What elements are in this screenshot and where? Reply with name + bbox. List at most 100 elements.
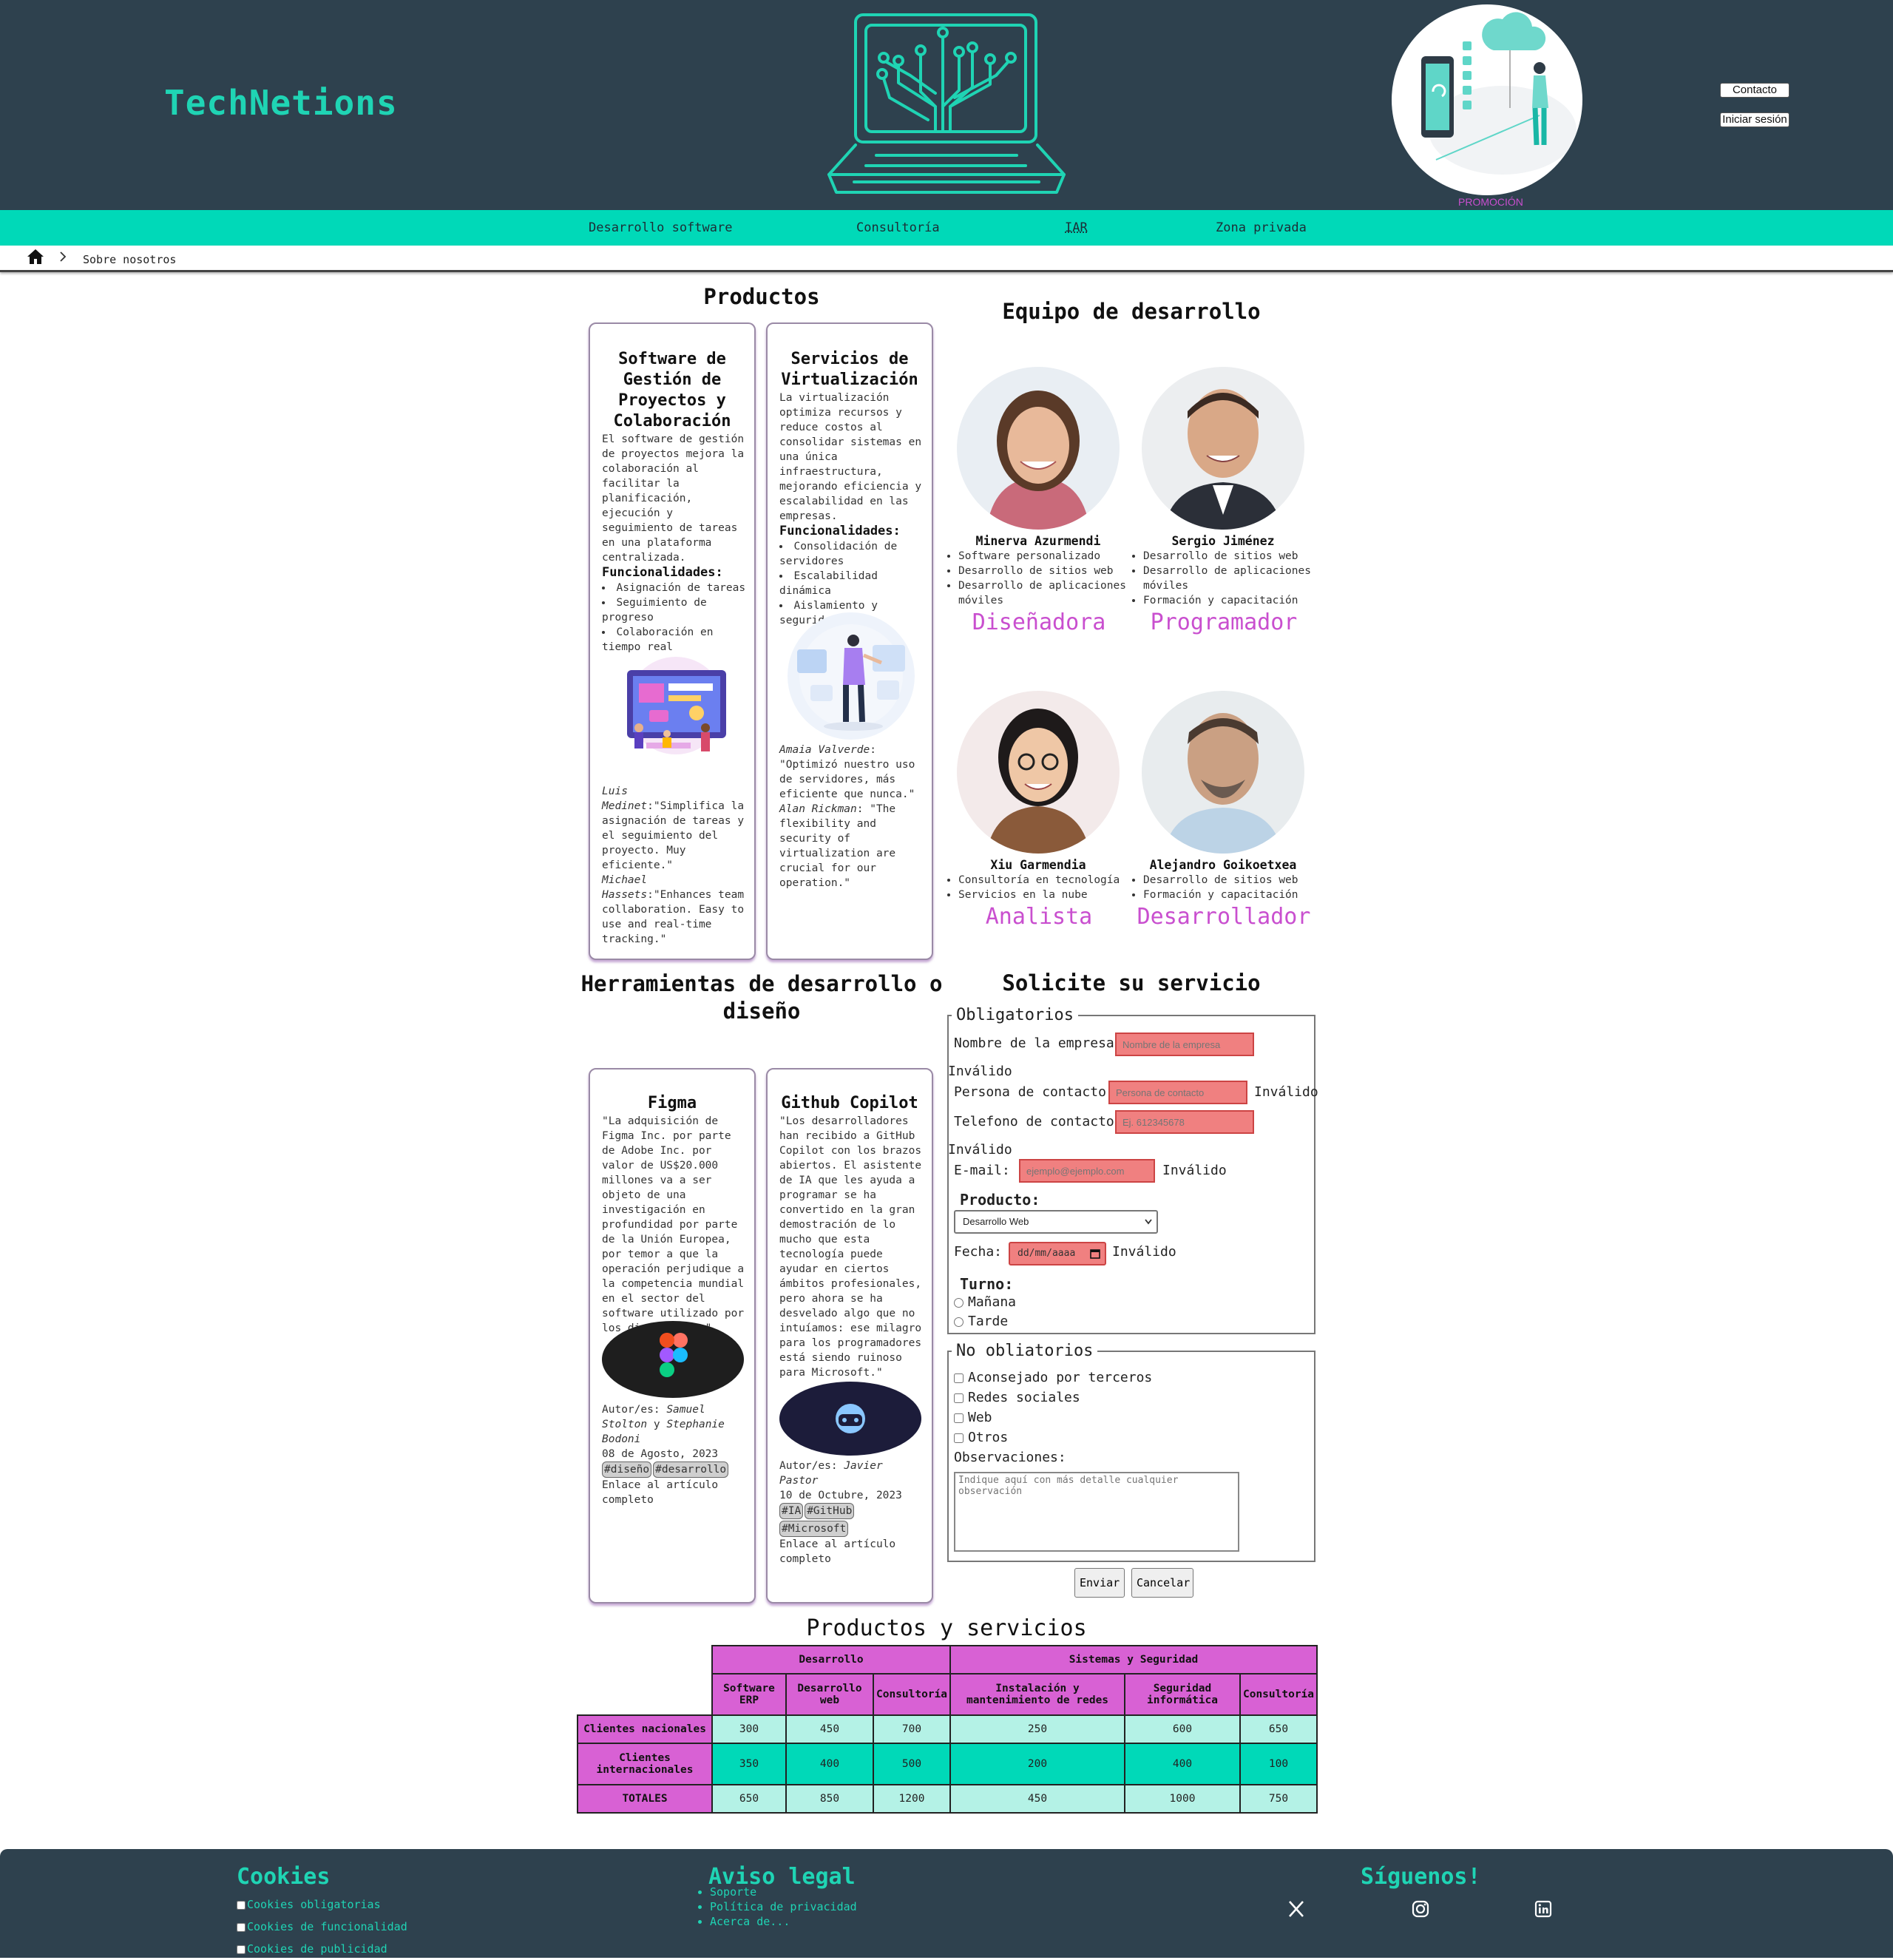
authors-label: Autor/es: — [779, 1460, 838, 1472]
github-copilot-logo — [779, 1382, 921, 1456]
article-date: 08 de Agosto, 2023 — [602, 1448, 719, 1460]
submit-button[interactable]: Enviar — [1074, 1568, 1125, 1598]
table-row: TOTALES 650 850 1200 450 1000 750 — [577, 1784, 1318, 1814]
cookie-option[interactable]: Cookies de funcionalidad — [237, 1920, 407, 1933]
optional-check[interactable]: Web — [954, 1410, 992, 1425]
brand-logo-text[interactable]: TechNetions — [164, 83, 398, 123]
row-header: Clientes internacionales — [577, 1743, 713, 1785]
legal-link[interactable]: Soporte — [710, 1885, 857, 1899]
cookie-option[interactable]: Cookies de publicidad — [237, 1942, 387, 1956]
column-header: Desarrollo web — [785, 1673, 874, 1716]
cancel-button[interactable]: Cancelar — [1131, 1568, 1193, 1598]
instagram-icon[interactable] — [1411, 1899, 1430, 1919]
main-nav: Desarrollo software Consultoría IAR Zona… — [0, 210, 1893, 246]
table-cell: 650 — [711, 1784, 787, 1814]
checkbox[interactable] — [954, 1373, 964, 1383]
table-corner — [578, 1674, 712, 1715]
invalid-message: Inválido — [948, 1142, 1012, 1158]
promotion-image[interactable] — [1392, 4, 1582, 195]
checkbox[interactable] — [954, 1393, 964, 1403]
product-description: El software de gestión de proyectos mejo… — [602, 433, 745, 564]
invalid-message: Inválido — [1112, 1244, 1176, 1260]
nav-item-iar[interactable]: IAR — [1065, 220, 1088, 235]
legal-link[interactable]: Acerca de... — [710, 1914, 857, 1929]
member-role: Diseñadora — [972, 609, 1106, 635]
linkedin-icon[interactable] — [1534, 1899, 1553, 1919]
product-card-body: La virtualización optimiza recursos y re… — [779, 391, 924, 628]
article-meta: Autor/es: Samuel Stolton y Stephanie Bod… — [602, 1402, 747, 1507]
cookie-checkbox[interactable] — [237, 1900, 245, 1910]
column-header: Seguridad informática — [1124, 1673, 1241, 1716]
shift-option[interactable]: Tarde — [954, 1314, 1008, 1329]
table-cell: 1200 — [873, 1784, 951, 1814]
phone-input[interactable] — [1115, 1110, 1254, 1134]
article-link[interactable]: Enlace al artículo completo — [779, 1538, 895, 1565]
tag-badge[interactable]: #IA — [779, 1503, 804, 1519]
product-card: Servicios de Virtualización La virtualiz… — [766, 322, 933, 960]
tag-badge[interactable]: #diseño — [602, 1461, 652, 1478]
table-cell: 500 — [873, 1743, 951, 1785]
shift-radio[interactable] — [954, 1297, 964, 1308]
cookie-option[interactable]: Cookies obligatorias — [237, 1898, 381, 1911]
feature-item: Seguimiento de progreso — [602, 595, 747, 625]
calendar-icon[interactable] — [1090, 1248, 1100, 1259]
optional-check[interactable]: Redes sociales — [954, 1390, 1080, 1405]
cookie-checkbox[interactable] — [237, 1922, 245, 1932]
nav-item-zona-privada[interactable]: Zona privada — [1216, 220, 1307, 235]
product-select[interactable]: Desarrollo Web — [954, 1210, 1158, 1234]
table-cell: 600 — [1124, 1714, 1241, 1744]
tag-badge[interactable]: #desarrollo — [653, 1461, 729, 1478]
home-icon[interactable] — [27, 249, 44, 265]
form-title: Solicite su servicio — [1002, 970, 1261, 996]
checkbox[interactable] — [954, 1433, 964, 1443]
table-cell: 750 — [1239, 1784, 1318, 1814]
company-input[interactable] — [1115, 1033, 1254, 1056]
skill-item: Desarrollo de sitios web — [958, 564, 1128, 578]
observations-textarea[interactable] — [954, 1472, 1239, 1552]
table-row: Clientes internacionales 350 400 500 200… — [577, 1743, 1318, 1785]
login-button[interactable]: Iniciar sesión — [1720, 112, 1789, 127]
table-corner — [578, 1646, 712, 1674]
virtualization-illustration — [788, 612, 915, 740]
legal-link[interactable]: Política de privacidad — [710, 1899, 857, 1914]
row-header: Clientes nacionales — [577, 1714, 713, 1744]
tag-badge[interactable]: #Microsoft — [779, 1521, 849, 1537]
nav-item-consultoria[interactable]: Consultoría — [856, 220, 940, 235]
features-list: Asignación de tareas Seguimiento de prog… — [602, 581, 747, 655]
date-input[interactable]: dd/mm/aaaa — [1009, 1242, 1106, 1265]
contact-input[interactable] — [1108, 1081, 1247, 1104]
date-placeholder: dd/mm/aaaa — [1017, 1248, 1076, 1259]
shift-option[interactable]: Mañana — [954, 1294, 1016, 1310]
company-label: Nombre de la empresa: — [954, 1035, 1122, 1051]
cookie-checkbox[interactable] — [237, 1944, 245, 1954]
shift-radio[interactable] — [954, 1317, 964, 1327]
member-skills: Consultoría en tecnología Servicios en l… — [944, 873, 1128, 902]
table-cell: 350 — [711, 1743, 787, 1785]
table-title: Productos y servicios — [806, 1615, 1087, 1641]
product-reviews: Luis Medinet:"Simplifica la asignación d… — [602, 784, 747, 947]
skill-item: Servicios en la nube — [958, 888, 1128, 902]
project-management-illustration — [627, 657, 726, 754]
tag-badge[interactable]: #GitHub — [805, 1503, 855, 1519]
article-link[interactable]: Enlace al artículo completo — [602, 1479, 718, 1506]
authors-label: Autor/es: — [602, 1404, 660, 1416]
contact-button[interactable]: Contacto — [1720, 83, 1789, 98]
table-cell: 1000 — [1124, 1784, 1241, 1814]
optional-check[interactable]: Aconsejado por terceros — [954, 1370, 1152, 1385]
member-photo — [1142, 367, 1304, 530]
member-role: Programador — [1150, 609, 1298, 635]
checkbox-label: Web — [968, 1410, 992, 1425]
member-skills: Desarrollo de sitios web Desarrollo de a… — [1128, 549, 1313, 608]
optional-check[interactable]: Otros — [954, 1430, 1008, 1445]
table-cell: 700 — [873, 1714, 951, 1744]
nav-item-desarrollo-software[interactable]: Desarrollo software — [589, 220, 732, 235]
promotion-label[interactable]: PROMOCIÓN — [1458, 196, 1523, 208]
email-input[interactable] — [1019, 1159, 1155, 1183]
table-cell: 200 — [949, 1743, 1125, 1785]
table-row: Clientes nacionales 300 450 700 250 600 … — [577, 1714, 1318, 1744]
checkbox[interactable] — [954, 1413, 964, 1423]
x-icon[interactable] — [1287, 1899, 1306, 1919]
review-author: Alan Rickman — [779, 803, 857, 815]
skill-item: Desarrollo de sitios web — [1143, 873, 1313, 888]
table-cell: 650 — [1239, 1714, 1318, 1744]
